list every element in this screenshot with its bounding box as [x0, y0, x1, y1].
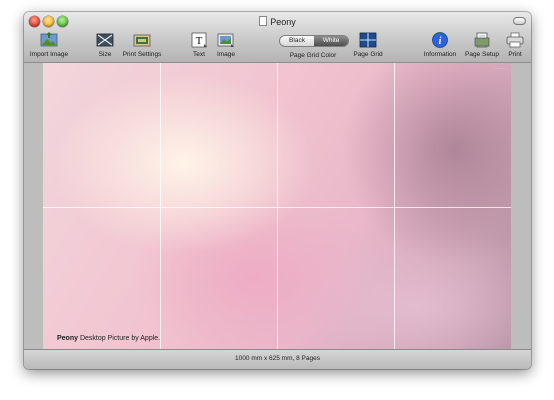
- poster-page[interactable]: ········· Peony Desktop Picture by Apple…: [43, 63, 511, 350]
- page-grid-label: Page Grid: [353, 51, 383, 58]
- title-toolbar: Peony Import Image Size Print Settings T…: [24, 12, 531, 63]
- print-settings-label: Print Settings: [122, 51, 162, 58]
- import-image-label: Import Image: [29, 51, 69, 58]
- image-icon: [217, 33, 234, 47]
- import-image-icon: [40, 32, 58, 47]
- size-icon: [96, 33, 114, 47]
- document-icon: [259, 16, 268, 26]
- document-canvas[interactable]: ········· Peony Desktop Picture by Apple…: [24, 63, 531, 350]
- window-title: Peony: [24, 16, 531, 27]
- text-button[interactable]: T Text: [187, 32, 211, 60]
- information-label: Information: [423, 51, 457, 58]
- print-button[interactable]: Print: [502, 32, 528, 60]
- printer-icon: [506, 32, 524, 48]
- image-label: Image: [216, 51, 236, 58]
- watermark-text: ·········: [494, 67, 506, 71]
- caption-credit: Desktop Picture by Apple.: [78, 335, 161, 342]
- caption-title: Peony: [57, 335, 79, 342]
- text-label: Text: [193, 51, 205, 58]
- page-grid-button[interactable]: Page Grid: [350, 32, 386, 60]
- toolbar-toggle-button[interactable]: [513, 17, 526, 25]
- information-button[interactable]: i Information: [420, 32, 460, 60]
- page-grid-line-horizontal: [43, 206, 511, 208]
- status-bar: 1000 mm x 625 mm, 8 Pages: [24, 349, 531, 369]
- page-size-status: 1000 mm x 625 mm, 8 Pages: [235, 355, 320, 362]
- app-window: Peony Import Image Size Print Settings T…: [24, 12, 531, 369]
- svg-text:T: T: [196, 35, 203, 47]
- page-setup-label: Page Setup: [465, 51, 499, 58]
- grid-color-white-segment[interactable]: White: [314, 36, 348, 46]
- import-image-button[interactable]: Import Image: [26, 32, 72, 60]
- grid-color-black-segment[interactable]: Black: [280, 36, 314, 46]
- print-settings-icon: [133, 34, 151, 47]
- image-button[interactable]: Image: [213, 32, 239, 60]
- page-grid-color-control[interactable]: Black White: [279, 35, 349, 47]
- svg-text:i: i: [439, 36, 442, 47]
- print-label: Print: [508, 51, 522, 58]
- window-title-text: Peony: [270, 17, 296, 27]
- size-label: Size: [98, 51, 112, 58]
- size-button[interactable]: Size: [94, 32, 116, 60]
- page-setup-icon: [474, 32, 490, 48]
- print-settings-button[interactable]: Print Settings: [119, 32, 165, 60]
- page-grid-color-label: Page Grid Color: [289, 52, 337, 59]
- info-icon: i: [432, 32, 448, 48]
- page-setup-button[interactable]: Page Setup: [462, 32, 502, 60]
- text-icon: T: [191, 32, 207, 48]
- page-grid-icon: [359, 32, 377, 48]
- image-caption: Peony Desktop Picture by Apple.: [57, 335, 160, 342]
